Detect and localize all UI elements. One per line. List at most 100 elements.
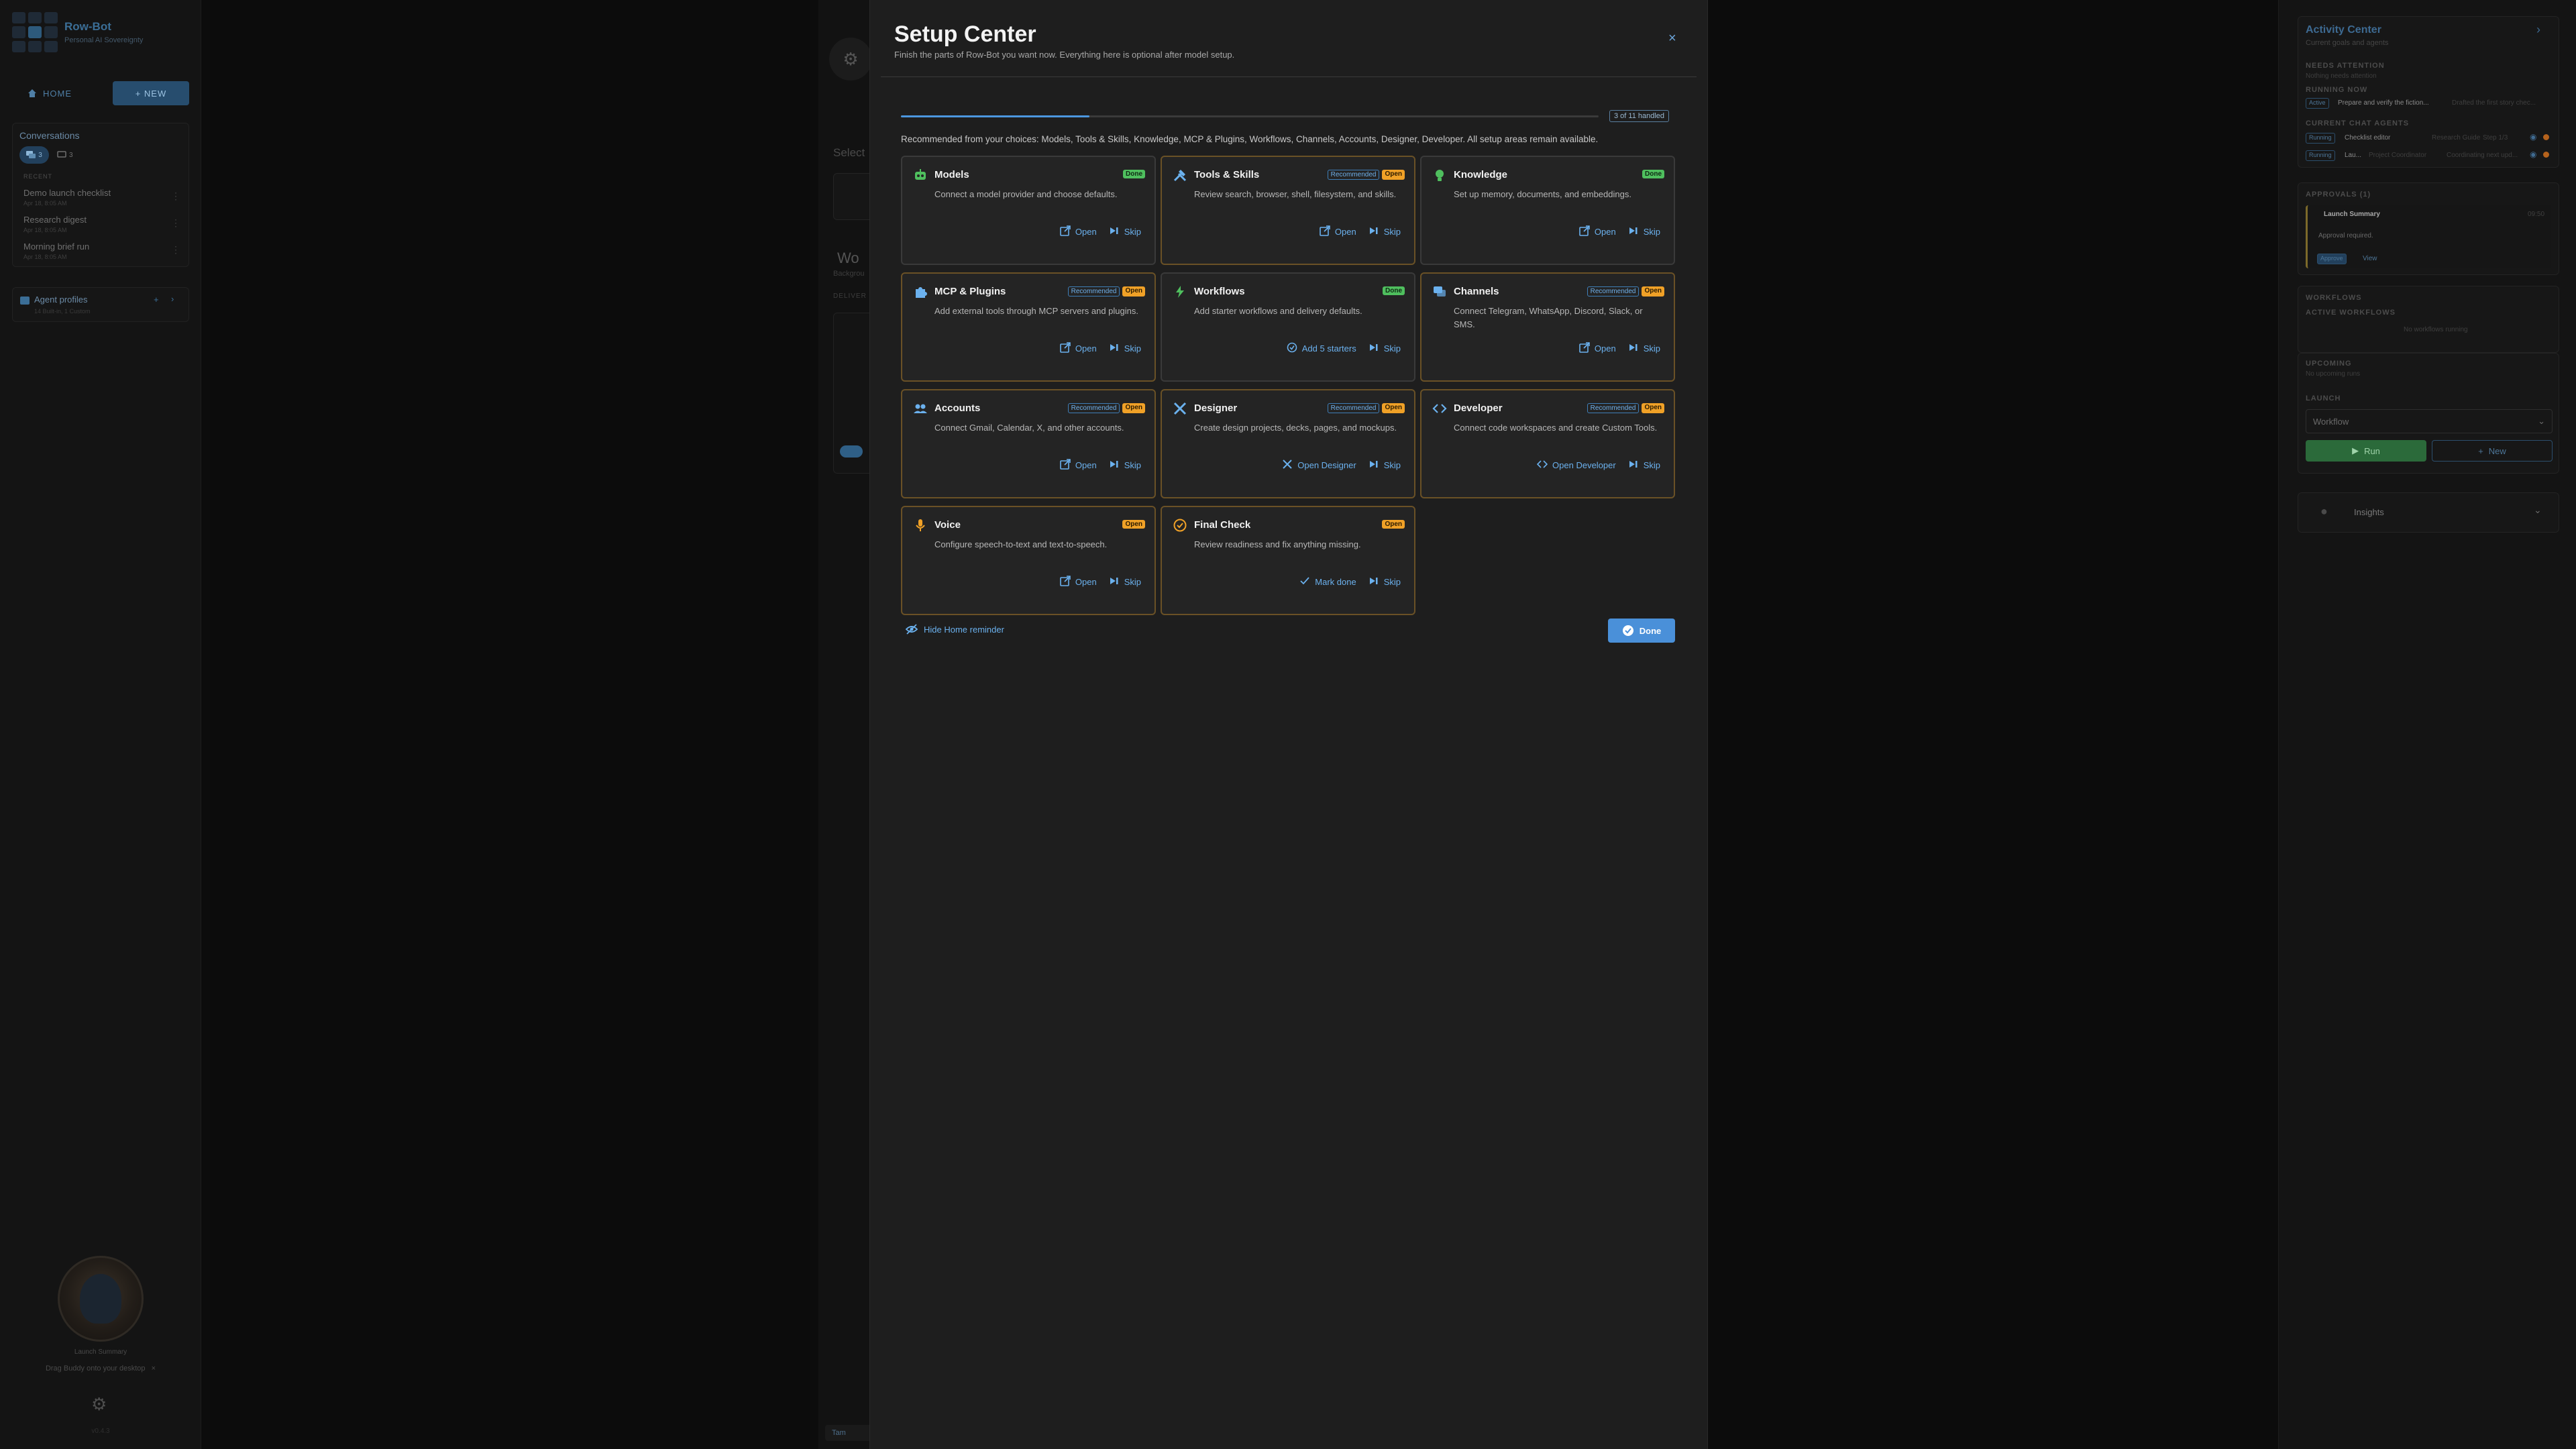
chevron-right-icon[interactable]: › xyxy=(2536,23,2540,37)
skip-label: Skip xyxy=(1124,460,1141,470)
running-task[interactable]: Prepare and verify the fiction... xyxy=(2338,99,2429,107)
setup-card-accounts[interactable]: Accounts Recommended Open Connect Gmail, Ca… xyxy=(901,389,1156,498)
card-description: Review readiness and fix anything missin… xyxy=(1194,539,1361,549)
divider xyxy=(881,76,1697,77)
open-icon xyxy=(1060,342,1071,355)
insights-box[interactable] xyxy=(2298,492,2559,533)
home-icon xyxy=(28,89,36,97)
done-button[interactable]: Done xyxy=(1608,619,1675,643)
setup-card-designer[interactable]: Designer Recommended Open Create design pro… xyxy=(1161,389,1415,498)
agent-profiles-panel[interactable]: Agent profiles 14 Built-in, 1 Custom + › xyxy=(12,287,189,322)
skip-button[interactable]: Skip xyxy=(1368,459,1401,472)
upcoming-title: UPCOMING xyxy=(2306,360,2352,368)
open-designer-button[interactable]: Open Designer xyxy=(1282,459,1356,472)
open-button[interactable]: Open xyxy=(1579,225,1616,238)
play-icon: ▶ xyxy=(2352,445,2359,455)
status-dot xyxy=(2543,152,2549,158)
conversation-date: Apr 18, 8:05 AM xyxy=(23,254,67,260)
approval-card[interactable]: Launch Summary 09:50 Approval required. … xyxy=(2306,205,2551,268)
chat-icon xyxy=(1432,284,1447,299)
action-label: Open xyxy=(1075,227,1097,237)
view-button[interactable]: View xyxy=(2363,255,2377,262)
tab-chats[interactable]: 3 xyxy=(19,146,49,164)
setup-card-knowledge[interactable]: Knowledge Done Set up memory, documents, a… xyxy=(1420,156,1675,265)
settings-gear-icon[interactable]: ⚙ xyxy=(91,1394,107,1415)
skip-button[interactable]: Skip xyxy=(1109,576,1141,588)
skip-button[interactable]: Skip xyxy=(1628,459,1660,472)
skip-button[interactable]: Skip xyxy=(1109,225,1141,238)
hide-reminder-label: Hide Home reminder xyxy=(924,624,1004,635)
open-button[interactable]: Open xyxy=(1579,342,1616,355)
setup-card-final-check[interactable]: Final Check Open Review readiness and fix … xyxy=(1161,506,1415,615)
skip-button[interactable]: Skip xyxy=(1368,225,1401,238)
home-button[interactable]: HOME xyxy=(27,83,91,103)
setup-card-mcp-plugins[interactable]: MCP & Plugins Recommended Open Add external… xyxy=(901,272,1156,382)
buddy-avatar[interactable] xyxy=(58,1256,144,1342)
list-item[interactable]: Research digest Apr 18, 8:05 AM ⋮ xyxy=(23,215,182,237)
skip-button[interactable]: Skip xyxy=(1628,225,1660,238)
workflow-select-value: Workflow xyxy=(2313,416,2349,427)
approve-button[interactable]: Approve xyxy=(2317,254,2347,264)
eye-icon[interactable]: ◉ xyxy=(2530,132,2536,142)
open-developer-button[interactable]: Open Developer xyxy=(1536,459,1616,472)
tab-messages[interactable]: 3 xyxy=(57,146,87,164)
status-badge: Open xyxy=(1382,520,1405,529)
open-button[interactable]: Open xyxy=(1060,342,1097,355)
skip-button[interactable]: Skip xyxy=(1109,459,1141,472)
skip-label: Skip xyxy=(1383,577,1401,587)
new-conversation-button[interactable]: + NEW xyxy=(113,81,189,105)
agent-name[interactable]: Lau... xyxy=(2345,152,2361,159)
more-icon[interactable]: ⋮ xyxy=(171,244,180,256)
new-workflow-button[interactable]: + New xyxy=(2432,440,2553,462)
agent-name[interactable]: Checklist editor xyxy=(2345,134,2390,142)
run-workflow-button[interactable]: ▶ Run xyxy=(2306,440,2426,462)
setup-card-channels[interactable]: Channels Recommended Open Connect Telegram,… xyxy=(1420,272,1675,382)
action-label: Open Developer xyxy=(1552,460,1616,470)
setup-card-models[interactable]: Models Done Connect a model provider and c… xyxy=(901,156,1156,265)
action-label: Open xyxy=(1075,460,1097,470)
mark-done-button[interactable]: Mark done xyxy=(1299,576,1356,588)
list-item[interactable]: Morning brief run Apr 18, 8:05 AM ⋮ xyxy=(23,241,182,264)
card-title: Accounts xyxy=(934,402,981,414)
progress-fill xyxy=(901,115,1089,117)
setup-card-voice[interactable]: Voice Open Configure speech-to-text and te… xyxy=(901,506,1156,615)
open-button[interactable]: Open xyxy=(1060,225,1097,238)
activity-center-subtitle: Current goals and agents xyxy=(2306,39,2389,47)
open-button[interactable]: Open xyxy=(1060,459,1097,472)
add-agent-icon[interactable]: + xyxy=(154,294,159,305)
current-chat-agents-title: CURRENT CHAT AGENTS xyxy=(2306,119,2410,127)
skip-button[interactable]: Skip xyxy=(1628,342,1660,355)
status-badge: Open xyxy=(1642,403,1664,413)
open-icon xyxy=(1060,225,1071,238)
hide-reminder-link[interactable]: Hide Home reminder xyxy=(905,624,1004,635)
action-label: Open xyxy=(1075,577,1097,587)
skip-icon xyxy=(1368,459,1379,472)
done-label: Done xyxy=(1639,625,1662,636)
skip-button[interactable]: Skip xyxy=(1368,576,1401,588)
open-icon xyxy=(1060,459,1071,472)
chevron-down-icon[interactable]: ⌄ xyxy=(2534,504,2542,516)
bulb-icon xyxy=(1432,168,1447,182)
card-actions: Open Designer Skip xyxy=(1282,459,1401,472)
add-5-starters-button[interactable]: Add 5 starters xyxy=(1287,342,1356,355)
puzzle-icon xyxy=(913,284,928,299)
open-button[interactable]: Open xyxy=(1320,225,1356,238)
close-icon[interactable]: × xyxy=(1668,31,1676,46)
workflow-select[interactable]: Workflow ⌄ xyxy=(2306,409,2553,433)
left-sidebar: Row-Bot Personal AI Sovereignty HOME + N… xyxy=(0,0,201,1449)
list-item[interactable]: Demo launch checklist Apr 18, 8:05 AM ⋮ xyxy=(23,188,182,211)
setup-card-workflows[interactable]: Workflows Done Add starter workflows and d… xyxy=(1161,272,1415,382)
close-icon[interactable]: × xyxy=(152,1364,156,1373)
more-icon[interactable]: ⋮ xyxy=(171,217,180,229)
setup-card-tools-skills[interactable]: Tools & Skills Recommended Open Review sear… xyxy=(1161,156,1415,265)
open-icon xyxy=(1579,342,1590,355)
open-button[interactable]: Open xyxy=(1060,576,1097,588)
progress-label: 3 of 11 handled xyxy=(1609,110,1670,122)
eye-icon[interactable]: ◉ xyxy=(2530,150,2536,159)
skip-button[interactable]: Skip xyxy=(1109,342,1141,355)
card-actions: Open Skip xyxy=(1579,225,1660,238)
more-icon[interactable]: ⋮ xyxy=(171,191,180,202)
skip-button[interactable]: Skip xyxy=(1368,342,1401,355)
chevron-right-icon[interactable]: › xyxy=(171,294,174,304)
setup-card-developer[interactable]: Developer Recommended Open Connect code wor… xyxy=(1420,389,1675,498)
